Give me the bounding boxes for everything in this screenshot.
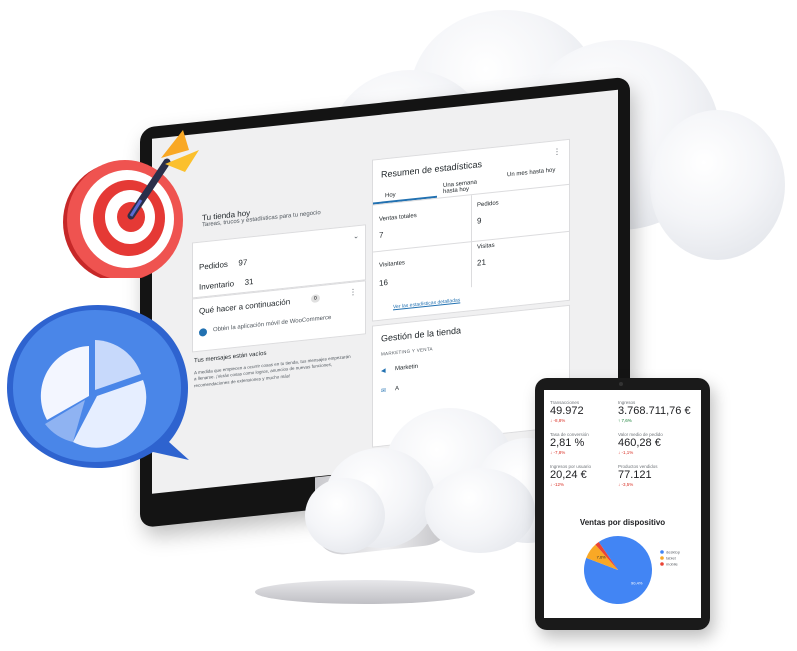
legend-swatch bbox=[660, 550, 664, 554]
orders-value: 97 bbox=[238, 257, 248, 268]
stats-grid: Ventas totales 7 Pedidos 9 Visitantes 16… bbox=[373, 183, 569, 300]
stat-value: 9 bbox=[477, 216, 482, 226]
detailed-stats-link[interactable]: Ver las estadísticas detalladas bbox=[393, 297, 460, 310]
tab-hoy[interactable]: Hoy bbox=[385, 192, 396, 199]
store-management-section: MARKETING Y VENTA bbox=[381, 346, 433, 357]
metric-delta: ↓ -8,8% bbox=[550, 418, 566, 423]
legend-swatch bbox=[660, 556, 664, 560]
inventory-row: Inventario 31 bbox=[199, 271, 254, 295]
stats-title: Resumen de estadísticas bbox=[381, 159, 483, 180]
legend-swatch bbox=[660, 562, 664, 566]
stat-value: 7 bbox=[379, 230, 384, 240]
store-today-header: Tu tienda hoy Tareas, trucos y estadísti… bbox=[202, 201, 321, 228]
stat-label: Ventas totales bbox=[379, 212, 417, 223]
stat-value: 16 bbox=[379, 277, 388, 288]
next-steps-item[interactable]: Obtén la aplicación móvil de WooCommerce bbox=[213, 315, 331, 333]
legend-label: tablet bbox=[666, 556, 677, 561]
metric-delta: ↑ 7,6% bbox=[618, 418, 632, 423]
stat-cell[interactable]: Visitas 21 bbox=[471, 231, 569, 287]
monitor-stand-base bbox=[255, 580, 475, 604]
tablet-device: Transacciones 49.972 ↓ -8,8% Ingresos 3.768.… bbox=[535, 378, 710, 630]
check-circle-icon bbox=[199, 327, 207, 337]
store-management-item[interactable]: Marketin bbox=[395, 364, 418, 372]
metric-value: 77.121 bbox=[618, 469, 652, 481]
tablet-camera bbox=[619, 382, 623, 386]
more-vertical-icon[interactable]: ⋮ bbox=[553, 147, 561, 157]
more-vertical-icon[interactable]: ⋮ bbox=[349, 287, 357, 297]
metric-delta: ↓ -1,1% bbox=[618, 450, 634, 455]
chat-pie-chart-icon bbox=[7, 305, 189, 468]
tab-month[interactable]: Un mes hasta hoy bbox=[507, 167, 555, 178]
metric-value: 460,28 € bbox=[618, 437, 661, 449]
store-management-item[interactable]: A bbox=[395, 386, 399, 392]
stat-label: Pedidos bbox=[477, 200, 499, 209]
metric-value: 3.768.711,76 € bbox=[618, 405, 691, 417]
stat-cell[interactable]: Visitantes 16 bbox=[373, 241, 472, 298]
stat-value: 21 bbox=[477, 257, 486, 268]
stat-label: Visitas bbox=[477, 242, 495, 251]
stats-panel: Resumen de estadísticas ⋮ Hoy Una semana… bbox=[372, 138, 570, 322]
metric-value: 20,24 € bbox=[550, 469, 587, 481]
device-pie-chart: 90,4% 7,6% desktoptabletmobile bbox=[584, 536, 681, 604]
chart-title: Ventas por dispositivo bbox=[579, 518, 666, 527]
stat-label: Visitantes bbox=[379, 260, 405, 269]
next-steps-title: Qué hacer a continuación bbox=[199, 297, 291, 316]
target-dart-icon bbox=[63, 130, 199, 278]
pie-data-label: 90,4% bbox=[631, 581, 643, 586]
metric-delta: ↓ -3,5% bbox=[618, 482, 634, 487]
pie-data-label: 7,6% bbox=[597, 554, 607, 559]
envelope-icon: ✉ bbox=[381, 388, 387, 395]
metric-delta: ↓ -12% bbox=[550, 482, 565, 487]
next-steps-badge: 0 bbox=[311, 294, 320, 304]
inventory-label: Inventario bbox=[199, 279, 235, 292]
analytics-screen: Transacciones 49.972 ↓ -8,8% Ingresos 3.768.… bbox=[544, 390, 701, 618]
chevron-down-icon[interactable]: ⌄ bbox=[353, 232, 359, 241]
store-management-title: Gestión de la tienda bbox=[381, 325, 462, 344]
legend-label: desktop bbox=[666, 550, 681, 555]
inventory-value: 31 bbox=[244, 277, 254, 288]
metric-delta: ↓ -7,8% bbox=[550, 450, 566, 455]
megaphone-icon: ◀ bbox=[381, 368, 386, 375]
metric-value: 49.972 bbox=[550, 405, 584, 417]
metric-value: 2,81 % bbox=[550, 437, 585, 449]
legend-label: mobile bbox=[666, 562, 679, 567]
